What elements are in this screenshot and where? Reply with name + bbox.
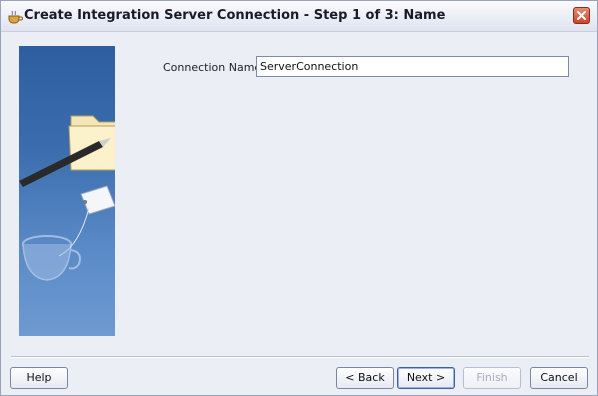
close-icon (577, 11, 586, 20)
connection-name-input[interactable] (256, 56, 569, 77)
coffee-cup-icon (7, 9, 23, 24)
dialog-title: Create Integration Server Connection - S… (24, 8, 446, 23)
cancel-button[interactable]: Cancel (530, 367, 588, 389)
title-bar: Create Integration Server Connection - S… (1, 1, 597, 32)
folder-icon (68, 115, 115, 171)
close-button[interactable] (573, 7, 590, 24)
wizard-dialog: Create Integration Server Connection - S… (0, 0, 598, 396)
connection-name-label: Connection Name: (163, 61, 265, 74)
finish-button[interactable]: Finish (463, 367, 521, 389)
back-button[interactable]: < Back (336, 367, 394, 389)
next-button[interactable]: Next > (397, 367, 455, 389)
cup-icon (22, 235, 81, 281)
help-button[interactable]: Help (10, 367, 68, 389)
side-illustration (19, 46, 115, 336)
button-separator (11, 356, 589, 358)
